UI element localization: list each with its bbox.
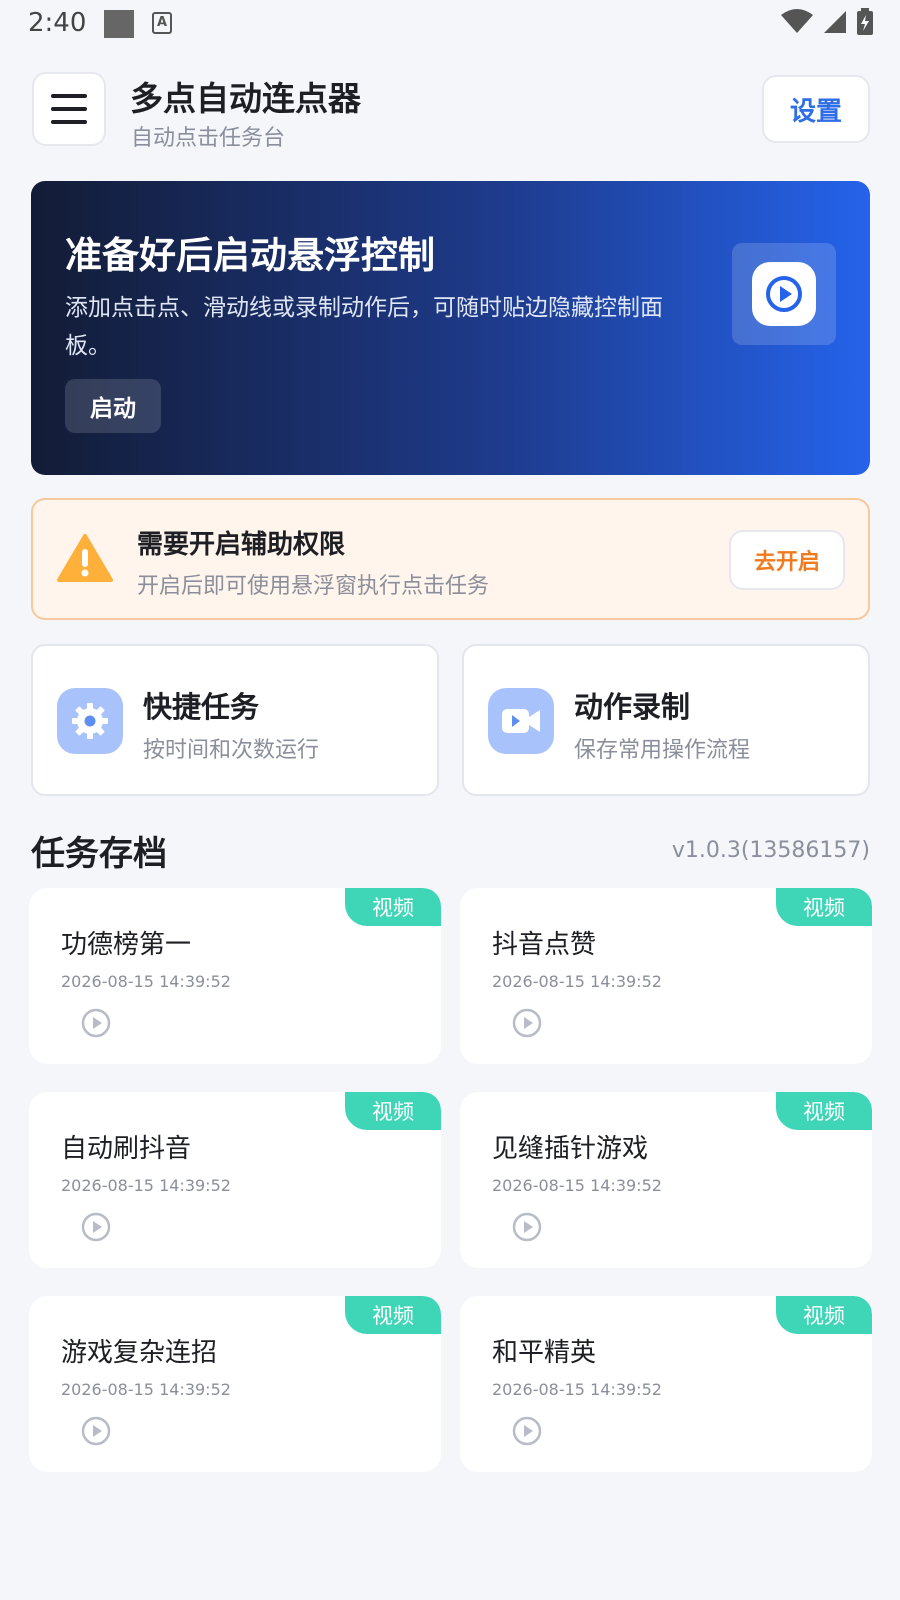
hero-description: 添加点击点、滑动线或录制动作后，可随时贴边隐藏控制面板。: [65, 295, 663, 359]
app-title: 多点自动连点器: [130, 79, 361, 118]
task-date: 2026-08-15 14:39:52: [61, 1176, 231, 1195]
video-badge: 视频: [776, 888, 872, 926]
gear-icon: [57, 688, 123, 754]
quick-task-description: 按时间和次数运行: [143, 738, 320, 763]
keyboard-a-icon: A: [152, 12, 172, 34]
task-card[interactable]: 视频 游戏复杂连招 2026-08-15 14:39:52: [29, 1296, 441, 1472]
play-icon[interactable]: [512, 1008, 542, 1038]
app-subtitle: 自动点击任务台: [131, 126, 286, 151]
task-date: 2026-08-15 14:39:52: [61, 972, 231, 991]
task-name: 见缝插针游戏: [492, 1134, 649, 1164]
warning-icon: [57, 534, 113, 582]
battery-icon: [857, 8, 873, 35]
play-icon[interactable]: [81, 1416, 111, 1446]
action-record-title: 动作录制: [574, 690, 691, 724]
signal-icon: [824, 11, 846, 33]
task-date: 2026-08-15 14:39:52: [61, 1380, 231, 1399]
task-name: 功德榜第一: [61, 930, 192, 960]
task-date: 2026-08-15 14:39:52: [492, 1380, 662, 1399]
video-badge: 视频: [345, 1092, 441, 1130]
task-date: 2026-08-15 14:39:52: [492, 972, 662, 991]
warning-title: 需要开启辅助权限: [137, 530, 346, 560]
play-icon[interactable]: [81, 1008, 111, 1038]
task-card[interactable]: 视频 功德榜第一 2026-08-15 14:39:52: [29, 888, 441, 1064]
wifi-icon: [781, 9, 813, 33]
action-record-card[interactable]: 动作录制 保存常用操作流程: [462, 644, 870, 796]
video-camera-icon: [488, 688, 554, 754]
task-name: 游戏复杂连招: [61, 1338, 218, 1368]
task-name: 自动刷抖音: [61, 1134, 192, 1164]
video-badge: 视频: [776, 1092, 872, 1130]
start-button[interactable]: 启动: [65, 379, 161, 433]
menu-line: [51, 120, 87, 124]
status-icons: [780, 8, 874, 36]
quick-task-card[interactable]: 快捷任务 按时间和次数运行: [31, 644, 439, 796]
video-badge: 视频: [345, 1296, 441, 1334]
play-icon[interactable]: [512, 1416, 542, 1446]
notification-square-icon: [104, 10, 134, 38]
play-icon[interactable]: [81, 1212, 111, 1242]
hero-banner: 准备好后启动悬浮控制 添加点击点、滑动线或录制动作后，可随时贴边隐藏控制面板。 …: [31, 181, 870, 475]
video-badge: 视频: [776, 1296, 872, 1334]
play-icon-wrapper: [752, 262, 816, 326]
menu-line: [51, 107, 87, 111]
play-icon[interactable]: [512, 1212, 542, 1242]
video-badge: 视频: [345, 888, 441, 926]
task-name: 抖音点赞: [492, 930, 597, 960]
settings-button[interactable]: 设置: [762, 75, 870, 143]
warning-description: 开启后即可使用悬浮窗执行点击任务: [137, 574, 490, 599]
archive-title: 任务存档: [31, 834, 167, 874]
status-bar: 2:40 A: [0, 0, 900, 48]
version-label: v1.0.3(13586157): [671, 838, 870, 863]
status-time: 2:40: [28, 8, 87, 38]
menu-line: [51, 94, 87, 98]
play-circle-icon: [766, 276, 802, 312]
task-card[interactable]: 视频 见缝插针游戏 2026-08-15 14:39:52: [460, 1092, 872, 1268]
task-date: 2026-08-15 14:39:52: [492, 1176, 662, 1195]
menu-button[interactable]: [32, 72, 106, 146]
task-card[interactable]: 视频 自动刷抖音 2026-08-15 14:39:52: [29, 1092, 441, 1268]
hero-play-button[interactable]: [732, 243, 836, 345]
task-card[interactable]: 视频 抖音点赞 2026-08-15 14:39:52: [460, 888, 872, 1064]
action-record-description: 保存常用操作流程: [574, 738, 751, 763]
task-name: 和平精英: [492, 1338, 597, 1368]
hero-title: 准备好后启动悬浮控制: [65, 234, 435, 277]
enable-permission-button[interactable]: 去开启: [729, 530, 845, 590]
quick-task-title: 快捷任务: [143, 690, 260, 724]
task-card[interactable]: 视频 和平精英 2026-08-15 14:39:52: [460, 1296, 872, 1472]
permission-warning: 需要开启辅助权限 开启后即可使用悬浮窗执行点击任务 去开启: [31, 498, 870, 620]
